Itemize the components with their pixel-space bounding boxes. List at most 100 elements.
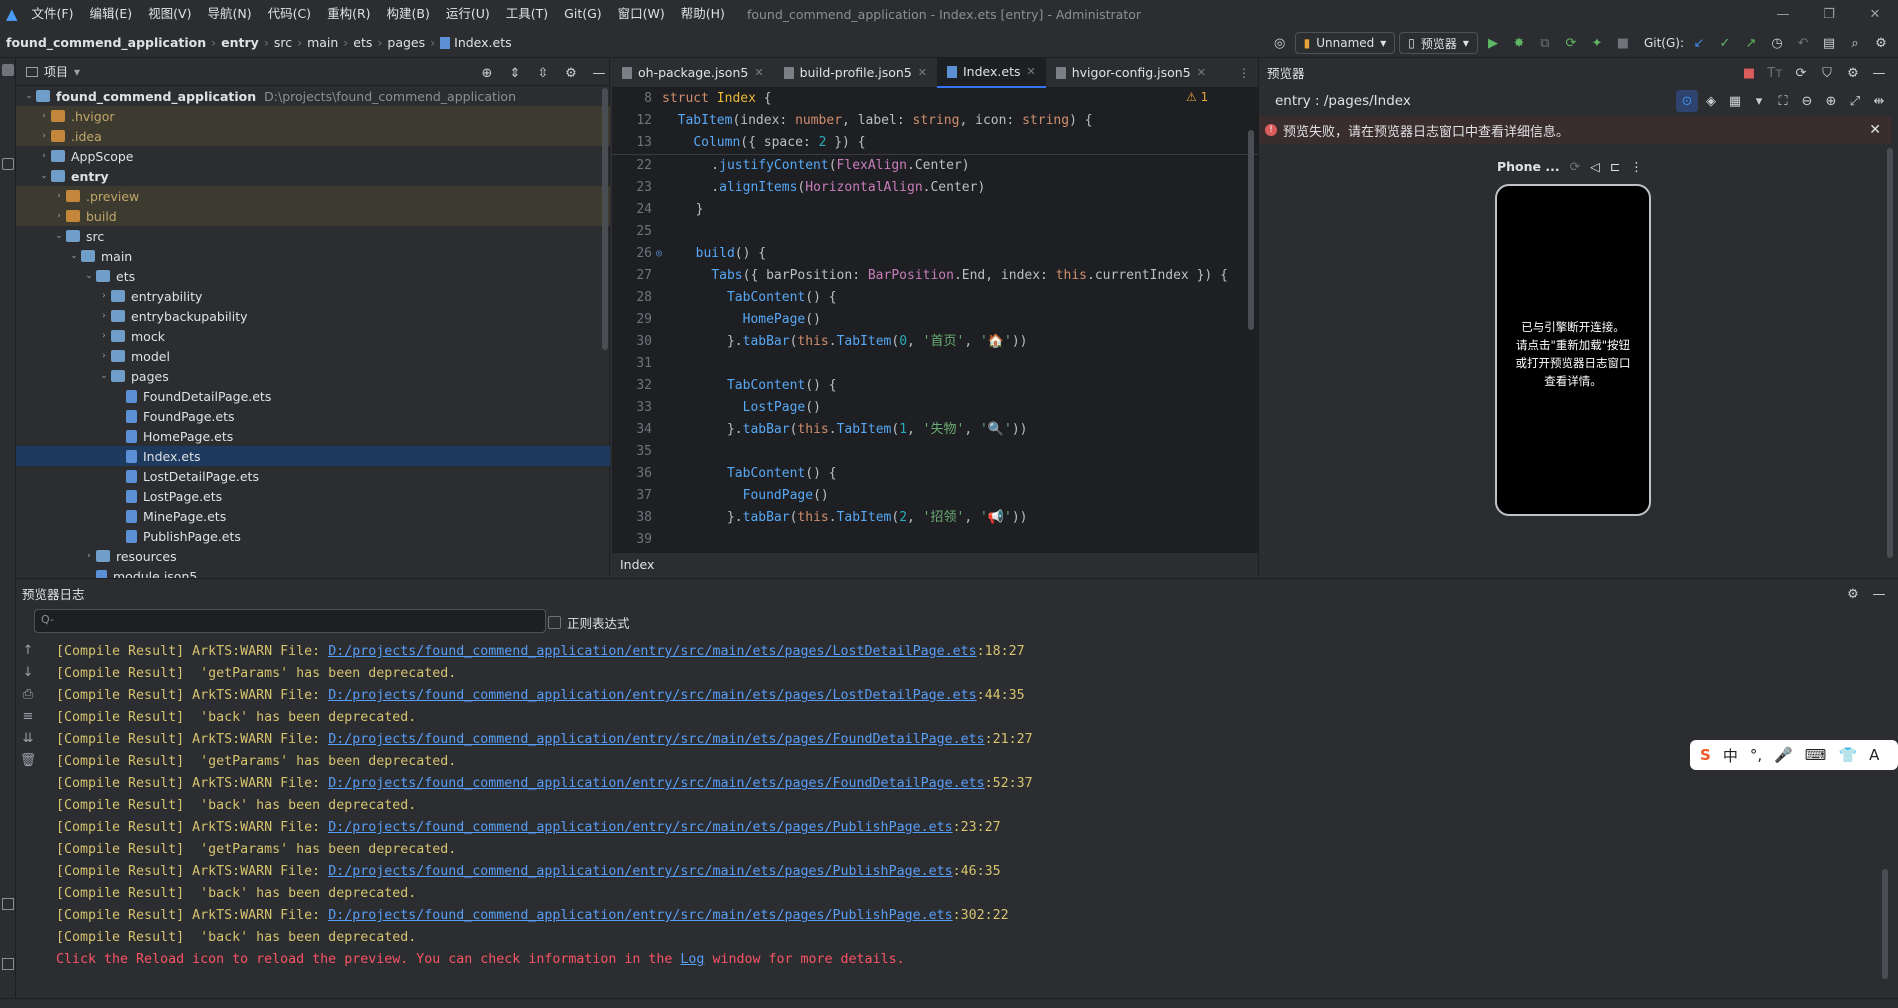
chevron-down-icon[interactable]: ▾: [1748, 90, 1770, 112]
git-commit-icon[interactable]: ✓: [1714, 32, 1736, 54]
close-icon[interactable]: ✕: [754, 66, 763, 79]
trash-icon[interactable]: 🗑: [20, 753, 37, 768]
chevron-right-icon[interactable]: ›: [52, 211, 66, 221]
log-link[interactable]: D:/projects/found_commend_application/en…: [328, 688, 976, 703]
chevron-down-icon[interactable]: ▾: [74, 65, 80, 79]
collapse-all-icon[interactable]: ⇳: [532, 62, 554, 84]
project-panel-title[interactable]: 项目: [44, 63, 68, 80]
tree-node[interactable]: › mock: [16, 326, 610, 346]
breadcrumb-item[interactable]: main: [307, 35, 338, 50]
log-link[interactable]: D:/projects/found_commend_application/en…: [328, 908, 952, 923]
scroll-end-icon[interactable]: ⇊: [23, 731, 34, 746]
more-icon[interactable]: ⋮: [1238, 66, 1250, 80]
minimize-icon[interactable]: —: [1760, 0, 1806, 28]
tree-node[interactable]: › entrybackupability: [16, 306, 610, 326]
tree-node[interactable]: › .hvigor: [16, 106, 610, 126]
tree-node[interactable]: Index.ets: [16, 446, 610, 466]
chevron-right-icon[interactable]: ›: [37, 151, 51, 161]
chevron-right-icon[interactable]: ›: [97, 291, 111, 301]
menu-item[interactable]: 导航(N): [199, 0, 259, 28]
tree-node[interactable]: ⌄ entry: [16, 166, 610, 186]
tree-node[interactable]: › build: [16, 206, 610, 226]
expand-all-icon[interactable]: ⇕: [504, 62, 526, 84]
menu-item[interactable]: 窗口(W): [610, 0, 673, 28]
rollback-icon[interactable]: ↶: [1792, 32, 1814, 54]
tree-node[interactable]: › .preview: [16, 186, 610, 206]
hide-icon[interactable]: —: [588, 62, 610, 84]
tree-node[interactable]: › model: [16, 346, 610, 366]
editor-tab[interactable]: Index.ets ✕: [937, 57, 1046, 88]
close-icon[interactable]: ✕: [1852, 0, 1898, 28]
bookmarks-tool-icon[interactable]: [2, 898, 14, 910]
menu-item[interactable]: 视图(V): [140, 0, 199, 28]
menu-item[interactable]: 运行(U): [438, 0, 498, 28]
ime-button[interactable]: 👕: [1838, 746, 1857, 764]
chevron-down-icon[interactable]: ⌄: [52, 231, 66, 241]
chevron-right-icon[interactable]: ›: [37, 111, 51, 121]
tree-node[interactable]: ⌄ found_commend_application D:\projects\fo…: [16, 86, 610, 106]
filter-icon[interactable]: ⛉: [1816, 62, 1838, 84]
ime-button[interactable]: 中: [1723, 745, 1738, 766]
log-scrollbar[interactable]: [1882, 869, 1888, 979]
arrow-down-icon[interactable]: ↓: [23, 665, 34, 680]
profile-icon[interactable]: ✦: [1586, 32, 1608, 54]
soft-wrap-icon[interactable]: ≡: [23, 709, 34, 724]
restore-icon[interactable]: ❐: [1806, 0, 1852, 28]
regex-checkbox[interactable]: [548, 616, 561, 629]
commit-tool-icon[interactable]: [2, 158, 14, 170]
menu-item[interactable]: 编辑(E): [82, 0, 141, 28]
menu-item[interactable]: 代码(C): [260, 0, 319, 28]
previewer-scrollbar[interactable]: [1887, 148, 1893, 558]
menu-item[interactable]: 工具(T): [498, 0, 556, 28]
ime-button[interactable]: °,: [1750, 746, 1762, 764]
warning-indicator[interactable]: ⚠ 1: [1186, 90, 1208, 104]
search-icon[interactable]: ⌕: [1844, 32, 1866, 54]
text-icon[interactable]: Tт: [1764, 62, 1786, 84]
breadcrumb-item[interactable]: pages: [387, 35, 425, 50]
chevron-right-icon[interactable]: ›: [97, 351, 111, 361]
more-icon[interactable]: ⋮: [1630, 159, 1643, 174]
close-icon[interactable]: ✕: [918, 66, 927, 79]
code-area[interactable]: 8 struct Index {12 TabItem(index: number,…: [612, 88, 1258, 546]
project-scrollbar[interactable]: [602, 88, 608, 350]
device-name[interactable]: Phone ...: [1497, 159, 1560, 174]
settings-icon[interactable]: ⚙: [1842, 62, 1864, 84]
gutter-icon[interactable]: ◎: [656, 243, 662, 265]
tree-node[interactable]: FoundDetailPage.ets: [16, 386, 610, 406]
rotate-icon[interactable]: ⟳: [1570, 159, 1580, 174]
refresh-icon[interactable]: ⟳: [1790, 62, 1812, 84]
fit-icon[interactable]: ⤢: [1844, 90, 1866, 112]
menu-item[interactable]: Git(G): [556, 0, 610, 28]
breadcrumb-item[interactable]: ets: [353, 35, 372, 50]
chevron-down-icon[interactable]: ⌄: [97, 371, 111, 381]
fold-icon[interactable]: ⊏: [1610, 159, 1620, 174]
ime-button[interactable]: A: [1869, 746, 1879, 764]
breadcrumb-item[interactable]: Index.ets: [454, 35, 512, 50]
settings-icon[interactable]: ⚙: [1870, 32, 1892, 54]
chevron-right-icon[interactable]: ›: [82, 551, 96, 561]
reload-icon[interactable]: ⟳: [1560, 32, 1582, 54]
tree-node[interactable]: › AppScope: [16, 146, 610, 166]
structure-tool-icon[interactable]: [2, 958, 14, 970]
stop-icon[interactable]: ■: [1738, 62, 1760, 84]
breadcrumb-item[interactable]: entry: [221, 35, 259, 50]
attach-icon[interactable]: ⧉: [1534, 32, 1556, 54]
zoom-in-icon[interactable]: ⊕: [1820, 90, 1842, 112]
log-filter-input[interactable]: Q-: [34, 609, 546, 633]
ruler-icon[interactable]: ⇹: [1868, 90, 1890, 112]
history-icon[interactable]: ◷: [1766, 32, 1788, 54]
git-update-icon[interactable]: ↙: [1688, 32, 1710, 54]
tree-node[interactable]: LostPage.ets: [16, 486, 610, 506]
chevron-right-icon[interactable]: ›: [97, 331, 111, 341]
tree-node[interactable]: MinePage.ets: [16, 506, 610, 526]
tree-node[interactable]: › .idea: [16, 126, 610, 146]
log-link[interactable]: D:/projects/found_commend_application/en…: [328, 864, 952, 879]
tree-node[interactable]: › entryability: [16, 286, 610, 306]
tree-node[interactable]: LostDetailPage.ets: [16, 466, 610, 486]
back-icon[interactable]: ◁: [1590, 159, 1600, 174]
chevron-down-icon[interactable]: ⌄: [37, 171, 51, 181]
menu-item[interactable]: 帮助(H): [673, 0, 733, 28]
editor-tab[interactable]: hvigor-config.json5 ✕: [1046, 58, 1216, 88]
zoom-out-icon[interactable]: ⊖: [1796, 90, 1818, 112]
locate-icon[interactable]: ⊕: [476, 62, 498, 84]
